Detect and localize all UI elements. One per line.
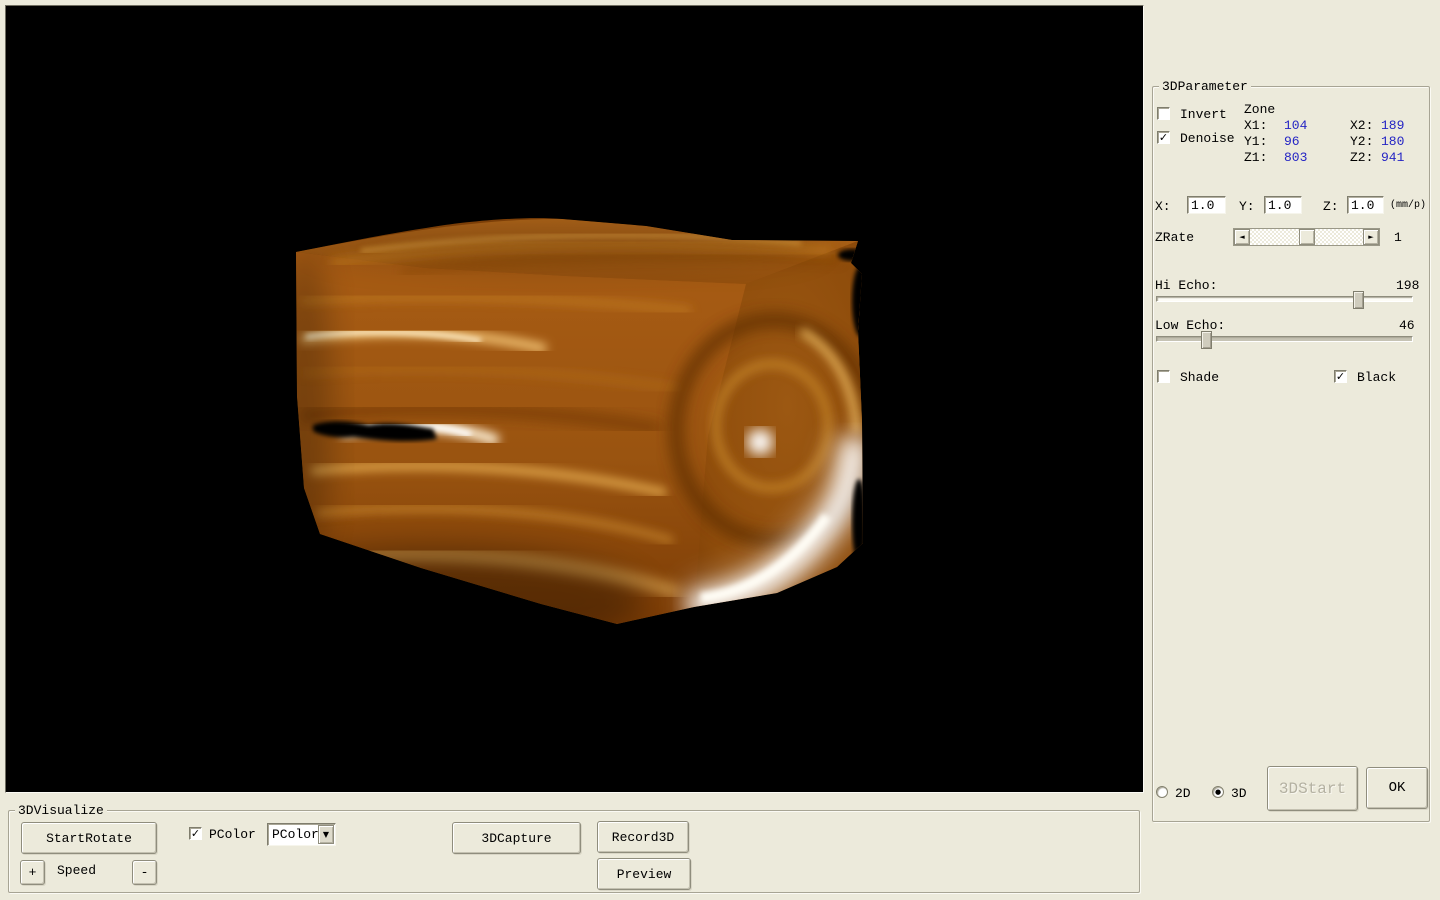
x-scale-label: X: — [1155, 200, 1171, 213]
render-viewport[interactable] — [5, 5, 1144, 793]
mode-3d-radio[interactable]: ● — [1212, 786, 1224, 798]
z-scale-label: Z: — [1323, 200, 1339, 213]
zone-y2-label: Y2: — [1350, 135, 1373, 148]
black-checkbox[interactable]: ✓ — [1334, 370, 1347, 383]
denoise-checkbox[interactable]: ✓ — [1157, 131, 1170, 144]
zone-x2-value: 189 — [1381, 119, 1404, 132]
y-scale-label: Y: — [1239, 200, 1255, 213]
pcolor-checkbox[interactable]: ✓ — [189, 827, 202, 840]
low-echo-value: 46 — [1399, 319, 1415, 332]
denoise-label: Denoise — [1180, 132, 1235, 145]
scroll-right-icon[interactable]: ► — [1363, 229, 1379, 245]
chevron-down-icon[interactable]: ▼ — [318, 825, 334, 844]
checkmark: ✓ — [1159, 131, 1168, 144]
low-echo-label: Low Echo: — [1155, 319, 1225, 332]
speed-plus-button[interactable]: + — [20, 860, 45, 885]
shade-label: Shade — [1180, 371, 1219, 384]
zrate-value: 1 — [1394, 231, 1402, 244]
pcolor-dropdown[interactable]: PColor ▼ — [267, 823, 336, 846]
3dstart-button[interactable]: 3DStart — [1267, 766, 1358, 811]
zone-y1-value: 96 — [1284, 135, 1300, 148]
zone-y1-label: Y1: — [1244, 135, 1267, 148]
zone-x1-label: X1: — [1244, 119, 1267, 132]
y-scale-input[interactable] — [1264, 196, 1302, 214]
parameter-groupbox-title: 3DParameter — [1159, 80, 1251, 93]
bright-spot — [747, 429, 773, 455]
zrate-scrollbar[interactable]: ◄ ► — [1233, 228, 1380, 246]
invert-checkbox[interactable] — [1157, 107, 1170, 120]
hi-echo-slider-track[interactable] — [1156, 296, 1413, 302]
x-scale-input[interactable] — [1187, 196, 1226, 214]
checkmark: ✓ — [1336, 370, 1345, 383]
low-echo-slider-thumb[interactable] — [1201, 331, 1212, 349]
visualize-groupbox-title: 3DVisualize — [15, 804, 107, 817]
checkmark: ✓ — [191, 827, 200, 840]
hi-echo-label: Hi Echo: — [1155, 279, 1217, 292]
zone-z2-label: Z2: — [1350, 151, 1373, 164]
mode-2d-radio[interactable] — [1156, 786, 1168, 798]
invert-label: Invert — [1180, 108, 1227, 121]
record3d-button[interactable]: Record3D — [597, 821, 689, 853]
start-rotate-button[interactable]: StartRotate — [21, 822, 157, 854]
speed-label: Speed — [57, 864, 96, 877]
mode-3d-label: 3D — [1231, 787, 1247, 800]
speed-minus-button[interactable]: - — [132, 860, 157, 885]
scale-unit-label: (mm/p) — [1390, 199, 1426, 212]
pcolor-label: PColor — [209, 828, 256, 841]
pcolor-dropdown-value: PColor — [272, 828, 319, 842]
zrate-scrollbar-thumb[interactable] — [1299, 229, 1315, 245]
zone-z2-value: 941 — [1381, 151, 1404, 164]
radio-dot: ● — [1215, 788, 1221, 796]
black-label: Black — [1357, 371, 1396, 384]
zone-z1-value: 803 — [1284, 151, 1307, 164]
low-echo-slider-track[interactable] — [1156, 336, 1413, 342]
hi-echo-value: 198 — [1396, 279, 1419, 292]
zone-x1-value: 104 — [1284, 119, 1307, 132]
zone-z1-label: Z1: — [1244, 151, 1267, 164]
zrate-label: ZRate — [1155, 231, 1194, 244]
3dcapture-button[interactable]: 3DCapture — [452, 822, 581, 854]
scroll-left-icon[interactable]: ◄ — [1234, 229, 1250, 245]
hi-echo-slider-thumb[interactable] — [1353, 291, 1364, 309]
preview-button[interactable]: Preview — [597, 858, 691, 890]
zone-title: Zone — [1244, 103, 1275, 116]
shade-checkbox[interactable] — [1157, 370, 1170, 383]
ultrasound-volume — [6, 6, 1143, 792]
ok-button[interactable]: OK — [1366, 767, 1428, 809]
z-scale-input[interactable] — [1347, 196, 1384, 214]
zone-x2-label: X2: — [1350, 119, 1373, 132]
mode-2d-label: 2D — [1175, 787, 1191, 800]
zone-y2-value: 180 — [1381, 135, 1404, 148]
